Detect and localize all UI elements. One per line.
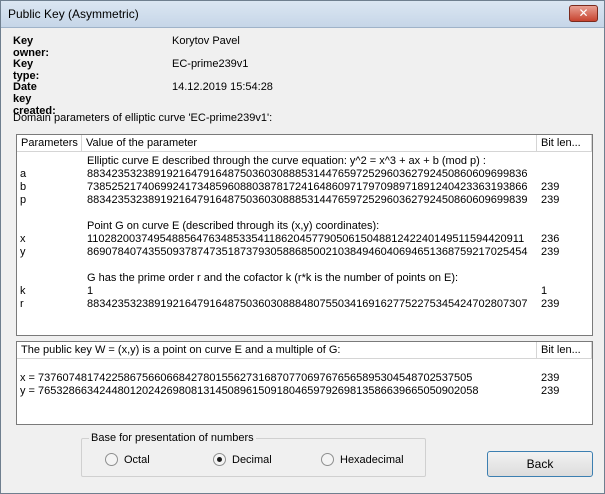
column-header-bit-length[interactable]: Bit len...: [537, 342, 592, 359]
public-key-dialog: Public Key (Asymmetric) ✕ Key owner: Kor…: [0, 0, 605, 494]
window-title: Public Key (Asymmetric): [8, 7, 139, 21]
radio-octal-indicator[interactable]: [105, 453, 118, 466]
public-key-x-bits: 239: [541, 372, 560, 384]
key-type-value: EC-prime239v1: [172, 58, 249, 70]
parameter-value: 1: [87, 285, 94, 297]
parameter-value: 8690784074355093787473518737930588685002…: [87, 246, 528, 258]
radio-selected-dot: [217, 457, 222, 462]
radio-hexadecimal-indicator[interactable]: [321, 453, 334, 466]
public-key-y-value: y = 765328663424480120242698081314508961…: [20, 385, 479, 397]
parameter-bit-length: 239: [541, 194, 560, 206]
radio-octal-label[interactable]: Octal: [124, 454, 150, 466]
parameter-name: k: [20, 285, 26, 297]
parameter-value: 7385252174069924173485960880387817241648…: [87, 181, 528, 193]
parameter-value: 8834235323891921647916487503603088853144…: [87, 194, 528, 206]
radio-decimal-indicator[interactable]: [213, 453, 226, 466]
public-key-table-header: The public key W = (x,y) is a point on c…: [17, 342, 592, 359]
parameter-value: 1102820037495488564763485335411862045779…: [87, 233, 525, 245]
parameter-name: y: [20, 246, 26, 258]
parameter-value: G has the prime order r and the cofactor…: [87, 272, 459, 284]
parameter-bit-length: 1: [541, 285, 548, 297]
column-header-parameters[interactable]: Parameters: [17, 135, 82, 152]
domain-table-header: Parameters Value of the parameter Bit le…: [17, 135, 592, 152]
parameter-value: Point G on curve E (described through it…: [87, 220, 380, 232]
radio-decimal-label[interactable]: Decimal: [232, 454, 272, 466]
close-button[interactable]: ✕: [569, 5, 598, 22]
parameter-bit-length: 236: [541, 233, 560, 245]
column-header-bit-length[interactable]: Bit len...: [537, 135, 592, 152]
radio-hexadecimal[interactable]: Hexadecimal: [321, 453, 404, 466]
parameter-name: b: [20, 181, 27, 193]
parameter-bit-length: 239: [541, 246, 560, 258]
public-key-x-value: x = 737607481742258675660668427801556273…: [20, 372, 473, 384]
date-created-value: 14.12.2019 15:54:28: [172, 81, 273, 93]
back-button[interactable]: Back: [487, 451, 593, 477]
public-key-table[interactable]: The public key W = (x,y) is a point on c…: [16, 341, 593, 425]
parameter-name: x: [20, 233, 26, 245]
parameter-name: a: [20, 168, 27, 180]
parameter-value: 8834235323891921647916487503603088848075…: [87, 298, 528, 310]
key-owner-value: Korytov Pavel: [172, 35, 240, 47]
parameter-value: 8834235323891921647916487503603088853144…: [87, 168, 528, 180]
radio-octal[interactable]: Octal: [105, 453, 150, 466]
title-bar: Public Key (Asymmetric) ✕: [1, 1, 604, 28]
parameter-bit-length: 239: [541, 298, 560, 310]
domain-parameters-caption: Domain parameters of elliptic curve 'EC-…: [13, 112, 273, 124]
parameter-bit-length: 239: [541, 181, 560, 193]
key-owner-label: Key owner:: [13, 35, 50, 59]
public-key-y-bits: 239: [541, 385, 560, 397]
parameter-name: p: [20, 194, 27, 206]
column-header-value[interactable]: Value of the parameter: [82, 135, 537, 152]
radio-hexadecimal-label[interactable]: Hexadecimal: [340, 454, 404, 466]
base-group-title: Base for presentation of numbers: [89, 432, 256, 444]
parameter-name: r: [20, 298, 24, 310]
parameter-value: Elliptic curve E described through the c…: [87, 155, 486, 167]
radio-decimal[interactable]: Decimal: [213, 453, 272, 466]
key-type-label: Key type:: [13, 58, 40, 82]
domain-parameters-table[interactable]: Parameters Value of the parameter Bit le…: [16, 134, 593, 336]
column-header-public-key[interactable]: The public key W = (x,y) is a point on c…: [17, 342, 537, 359]
